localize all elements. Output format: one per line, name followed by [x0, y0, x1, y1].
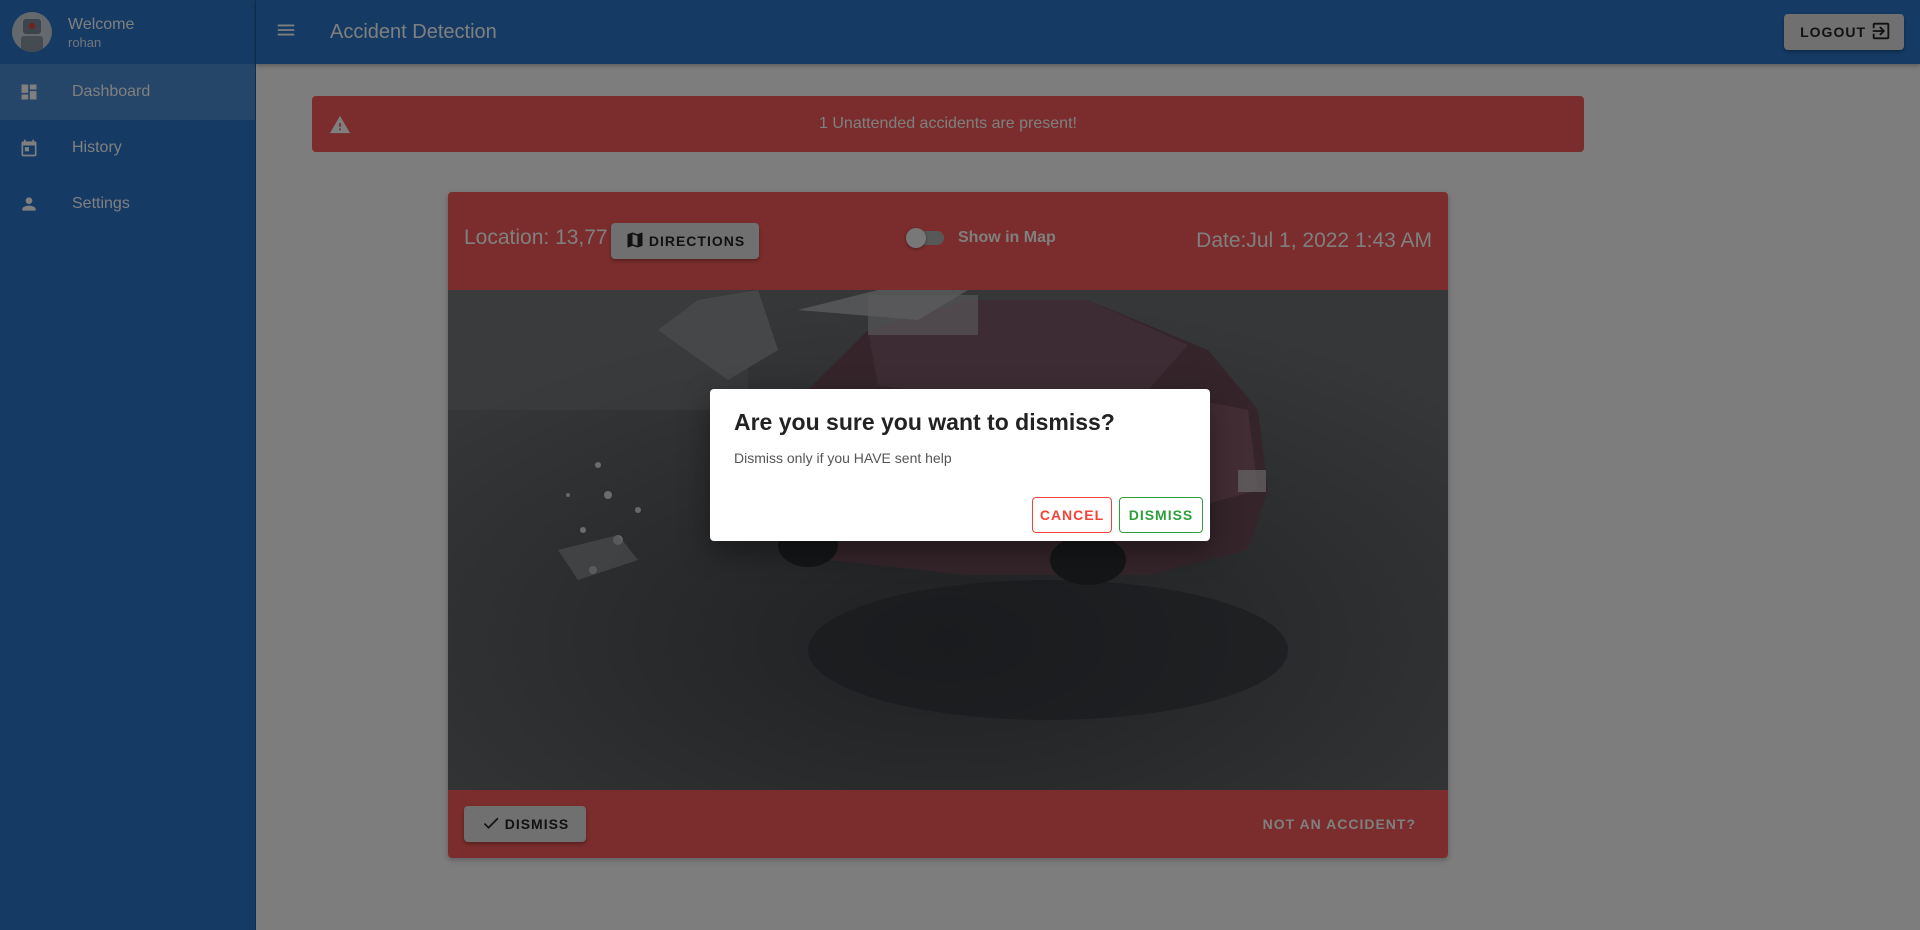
dialog-text: Dismiss only if you HAVE sent help [734, 450, 952, 466]
confirm-dismiss-dialog: Are you sure you want to dismiss? Dismis… [710, 389, 1210, 541]
confirm-dismiss-button[interactable]: DISMISS [1119, 497, 1203, 533]
dialog-title: Are you sure you want to dismiss? [734, 409, 1115, 435]
cancel-button[interactable]: CANCEL [1032, 497, 1112, 533]
